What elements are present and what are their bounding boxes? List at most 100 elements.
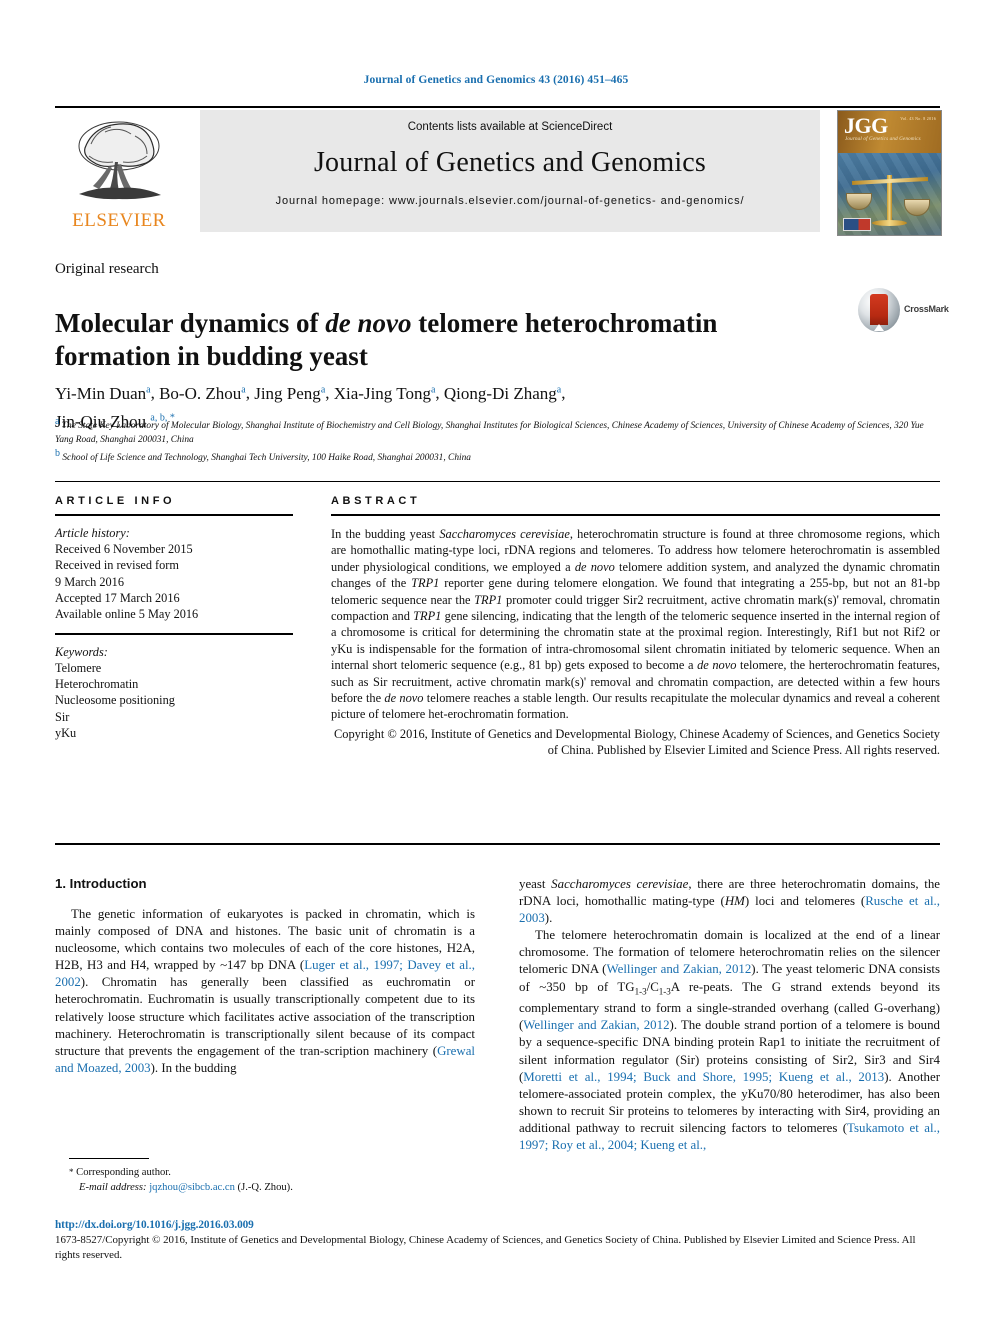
abstract-block-bottom-rule — [55, 843, 940, 845]
article-history-label: Article history: — [55, 526, 130, 540]
cover-issue-note: Vol. 43 No. 8 2016 — [900, 116, 936, 121]
section-heading-introduction: 1. Introduction — [55, 876, 147, 891]
cover-acronym: JGG — [844, 113, 888, 138]
keyword-item: Telomere — [55, 660, 102, 675]
crossmark-circle-icon — [858, 288, 900, 332]
author-1-name: Yi-Min Duan — [55, 383, 147, 403]
body-column-right: yeast Saccharomyces cerevisiae, there ar… — [519, 876, 940, 1154]
citation-link[interactable]: Moretti et al., 1994; Buck and Shore, 19… — [523, 1070, 884, 1084]
journal-header-band: ELSEVIER Contents lists available at Sci… — [55, 106, 942, 236]
keywords-label: Keywords: — [55, 644, 108, 659]
paper-page: Journal of Genetics and Genomics 43 (201… — [0, 0, 992, 1323]
abstract-heading: ABSTRACT — [331, 495, 421, 507]
article-history: Article history: Received 6 November 201… — [55, 525, 293, 622]
history-item: Accepted 17 March 2016 — [55, 590, 180, 605]
author-1[interactable]: Yi-Min Duana — [55, 384, 151, 403]
footnote-rule — [69, 1158, 149, 1159]
crossmark-label: CrossMark — [904, 304, 949, 314]
keyword-item: Sir — [55, 709, 70, 724]
page-title: Molecular dynamics of de novo telomere h… — [55, 307, 830, 373]
citation-link[interactable]: Luger et al., 1997; Davey et al., 2002 — [55, 958, 475, 989]
history-item: Received in revised form — [55, 558, 179, 573]
article-info-separator — [55, 633, 293, 635]
cover-artwork — [838, 153, 941, 235]
email-link[interactable]: jqzhou@sibcb.ac.cn — [149, 1182, 235, 1193]
title-segment-1: Molecular dynamics of — [55, 308, 326, 339]
paragraph: yeast Saccharomyces cerevisiae, there ar… — [519, 877, 941, 926]
asterisk-icon: * — [69, 1167, 74, 1177]
affiliation-b-mark: b — [55, 448, 60, 460]
corresponding-author-line: * Corresponding author. — [69, 1165, 479, 1181]
elsevier-tree-icon — [65, 116, 173, 206]
journal-homepage: Journal homepage: www.journals.elsevier.… — [200, 193, 820, 209]
title-italic-segment: de novo — [325, 308, 412, 339]
author-4-name: Xia-Jing Tong — [333, 383, 431, 403]
email-label: E-mail address: — [79, 1181, 147, 1193]
author-2[interactable]: Bo-O. Zhoua — [159, 384, 246, 403]
article-type: Original research — [55, 261, 159, 277]
author-5-name: Qiong-Di Zhang — [443, 383, 557, 403]
author-1-affil-mark: a — [146, 384, 151, 395]
article-info-rule — [55, 514, 293, 516]
crossmark-badge[interactable]: CrossMark — [858, 288, 949, 332]
abstract-copyright: Copyright © 2016, Institute of Genetics … — [334, 726, 940, 758]
body-column-left: 1. Introduction The genetic information … — [55, 876, 475, 1077]
paragraph: The genetic information of eukaryotes is… — [55, 907, 476, 1075]
affiliation-a: a The State Key Laboratory of Molecular … — [55, 415, 935, 447]
sciencedirect-band: Contents lists available at ScienceDirec… — [200, 110, 820, 232]
author-2-affil-mark: a — [241, 384, 246, 395]
keyword-item: Heterochromatin — [55, 677, 139, 692]
abstract-rule — [331, 514, 940, 516]
crossmark-book-icon — [870, 294, 888, 331]
history-item: 9 March 2016 — [55, 574, 124, 589]
elsevier-wordmark: ELSEVIER — [72, 210, 166, 231]
affiliation-a-text: The State Key Laboratory of Molecular Bi… — [55, 421, 924, 445]
author-5[interactable]: Qiong-Di Zhanga — [444, 384, 561, 403]
author-3-name: Jing Peng — [254, 383, 321, 403]
article-info-column: ARTICLE INFO Article history: Received 6… — [55, 495, 293, 741]
article-info-heading: ARTICLE INFO — [55, 495, 176, 507]
page-footer: http://dx.doi.org/10.1016/j.jgg.2016.03.… — [55, 1219, 940, 1262]
citation-link[interactable]: Tsukamoto et al., 1997; Roy et al., 2004… — [519, 1121, 940, 1152]
cover-publisher-mark — [843, 218, 871, 231]
history-item: Available online 5 May 2016 — [55, 607, 199, 622]
elsevier-logo: ELSEVIER — [55, 110, 183, 234]
contents-available-text: Contents lists available at ScienceDirec… — [407, 121, 613, 133]
footnote-corresponding-author: * Corresponding author. E-mail address: … — [69, 1165, 479, 1195]
email-line: E-mail address: jqzhou@sibcb.ac.cn (J.-Q… — [69, 1181, 479, 1196]
citation-link[interactable]: Wellinger and Zakian, 2012 — [523, 1018, 669, 1032]
header-top-rule — [55, 106, 940, 108]
doi-link[interactable]: http://dx.doi.org/10.1016/j.jgg.2016.03.… — [55, 1219, 940, 1231]
affiliation-b: b School of Life Science and Technology,… — [55, 447, 935, 466]
keyword-item: yKu — [55, 725, 77, 740]
journal-title: Journal of Genetics and Genomics — [313, 147, 707, 178]
balance-base-icon — [872, 220, 907, 226]
affiliation-b-text: School of Life Science and Technology, S… — [62, 453, 471, 464]
author-4-affil-mark: a — [430, 384, 436, 395]
balance-pan-right-icon — [904, 199, 930, 216]
email-suffix: (J.-Q. Zhou). — [237, 1181, 293, 1193]
keyword-item: Nucleosome positioning — [55, 693, 175, 708]
affiliation-list: a The State Key Laboratory of Molecular … — [55, 415, 935, 466]
author-5-affil-mark: a — [556, 384, 562, 395]
abstract-body: In the budding yeast Saccharomyces cerev… — [331, 527, 940, 722]
cover-subtitle: Journal of Genetics and Genomics — [845, 137, 921, 142]
author-2-name: Bo-O. Zhou — [159, 383, 242, 403]
paragraph: The telomere heterochromatin domain is l… — [519, 928, 941, 1152]
citation-link[interactable]: Grewal and Moazed, 2003 — [55, 1044, 475, 1075]
citation-link[interactable]: Wellinger and Zakian, 2012 — [606, 962, 751, 976]
balance-pan-left-icon — [846, 193, 872, 210]
corresponding-author-text: Corresponding author. — [76, 1167, 171, 1178]
abstract-block-top-rule — [55, 481, 940, 482]
running-head: Journal of Genetics and Genomics 43 (201… — [363, 74, 629, 86]
author-3-affil-mark: a — [320, 384, 326, 395]
history-item: Received 6 November 2015 — [55, 542, 193, 557]
author-4[interactable]: Xia-Jing Tonga — [334, 384, 436, 403]
keywords-group: Keywords: Telomere Heterochromatin Nucle… — [55, 644, 293, 741]
author-3[interactable]: Jing Penga — [254, 384, 325, 403]
abstract-column: ABSTRACT In the budding yeast Saccharomy… — [331, 495, 940, 759]
affiliation-a-mark: a — [55, 416, 60, 427]
journal-cover-thumbnail: JGG Journal of Genetics and Genomics Vol… — [837, 110, 942, 236]
footer-copyright: 1673-8527/Copyright © 2016, Institute of… — [55, 1234, 916, 1261]
homepage-line-1: Journal homepage: www.journals.elsevier.… — [275, 195, 657, 207]
